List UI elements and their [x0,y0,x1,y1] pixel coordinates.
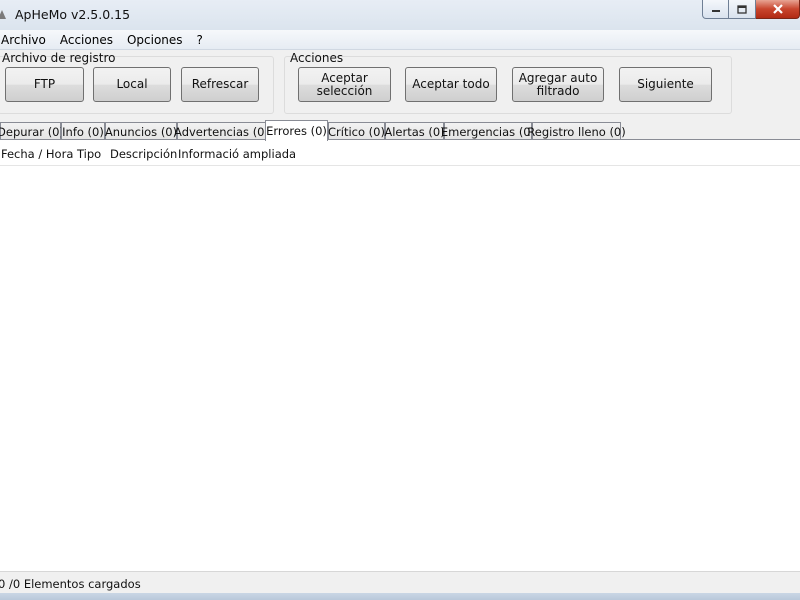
toolbar-area: Archivo de registro FTP Local Refrescar … [0,50,800,120]
title-bar: ApHeMo v2.5.0.15 [0,0,800,30]
close-icon [772,4,783,14]
column-informacion-ampliada[interactable]: Informació ampliada [178,147,296,161]
tab-alertas[interactable]: Alertas (0) [384,122,445,140]
tab-critico[interactable]: Crítico (0) [328,122,385,140]
add-auto-filter-button[interactable]: Agregar auto filtrado [512,67,604,102]
tab-depurar[interactable]: Depurar (0) [0,122,64,140]
tab-advertencias[interactable]: Advertencias (0) [174,122,269,140]
minimize-icon [711,10,720,12]
menu-help[interactable]: ? [195,33,210,47]
status-text: 0 /0 Elementos cargados [0,577,141,591]
ftp-button[interactable]: FTP [5,67,84,102]
tab-registro-lleno[interactable]: Registro lleno (0) [527,122,626,140]
maximize-button[interactable] [729,0,756,19]
column-header-row: Fecha / Hora Tipo Descripción Informació… [0,140,800,166]
tab-errores[interactable]: Errores (0) [265,120,328,141]
tab-emergencias[interactable]: Emergencias (0) [441,122,535,140]
refresh-button[interactable]: Refrescar [181,67,259,102]
tab-info[interactable]: Info (0) [61,122,105,140]
minimize-button[interactable] [702,0,729,19]
log-list[interactable]: Fecha / Hora Tipo Descripción Informació… [0,140,800,571]
menu-bar: Archivo Acciones Opciones ? [0,30,800,50]
maximize-icon [737,4,747,14]
app-icon [0,10,6,19]
status-bar: 0 /0 Elementos cargados [0,571,800,594]
close-button[interactable] [756,0,800,19]
window-controls [702,0,800,20]
actions-group-label: Acciones [290,51,344,65]
window-title: ApHeMo v2.5.0.15 [15,7,131,22]
local-button[interactable]: Local [93,67,171,102]
tab-anuncios[interactable]: Anuncios (0) [105,122,177,140]
column-tipo[interactable]: Tipo [77,147,101,161]
menu-acciones[interactable]: Acciones [58,33,120,47]
log-file-group-label: Archivo de registro [2,51,116,65]
accept-all-button[interactable]: Aceptar todo [405,67,497,102]
menu-opciones[interactable]: Opciones [125,33,190,47]
next-button[interactable]: Siguiente [619,67,712,102]
column-fecha-hora[interactable]: Fecha / Hora [1,147,73,161]
accept-selection-button[interactable]: Aceptar selección [298,67,391,102]
window-frame-bottom [0,593,800,600]
tab-strip: Depurar (0) Info (0) Anuncios (0) Advert… [0,120,800,141]
menu-archivo[interactable]: Archivo [0,33,53,47]
column-descripcion[interactable]: Descripción [110,147,177,161]
